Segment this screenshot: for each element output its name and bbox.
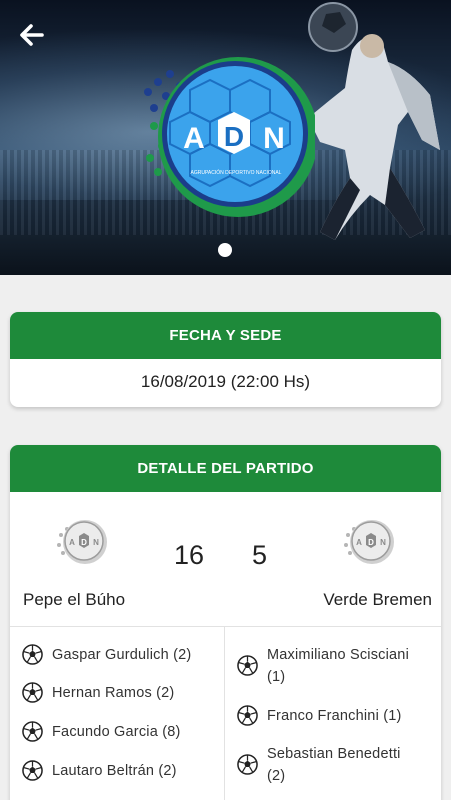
away-scorer-text: Franco Franchini (1): [267, 708, 402, 724]
svg-text:N: N: [380, 538, 386, 547]
adn-logo-letter-n: N: [263, 122, 285, 155]
home-scorer-text: Gaspar Gurdulich (2): [52, 647, 192, 663]
away-scorer-name: Maximiliano Scisciani: [267, 647, 409, 663]
home-score: 16: [174, 540, 205, 570]
home-scorer-item: Gaspar Gurdulich (2): [22, 644, 191, 666]
away-team-name: Verde Bremen: [323, 590, 432, 609]
match-datetime: 16/08/2019 (22:00 Hs): [140, 372, 311, 391]
svg-text:A: A: [69, 538, 75, 547]
adn-logo-subtitle: AGRUPACIÓN DEPORTIVO NACIONAL: [191, 169, 282, 176]
fecha-sede-title: FECHA Y SEDE: [10, 312, 441, 359]
away-scorer-goals: (1): [267, 669, 286, 685]
soccer-ball-icon: [237, 655, 258, 676]
soccer-ball-icon: [237, 705, 258, 726]
svg-text:D: D: [368, 538, 374, 547]
column-divider: [224, 627, 225, 800]
away-scorer-text: Maximiliano Scisciani (1): [267, 644, 409, 688]
svg-text:N: N: [93, 538, 99, 547]
away-scorer-item: Maximiliano Scisciani (1): [237, 644, 409, 688]
home-scorer-text: Hernan Ramos (2): [52, 685, 175, 701]
soccer-ball-icon: [22, 682, 43, 703]
adn-logo-letter-d: D: [224, 121, 244, 152]
back-button[interactable]: [14, 18, 50, 52]
soccer-ball-icon: [22, 721, 43, 742]
divider: [10, 626, 441, 627]
away-scorer-goals: (2): [267, 768, 286, 784]
soccer-ball-icon: [22, 644, 43, 665]
hero-banner: A D N AGRUPACIÓN DEPORTIVO NACIONAL: [0, 0, 451, 275]
home-scorer-item: Hernan Ramos (2): [22, 682, 174, 704]
away-score: 5: [252, 540, 268, 570]
arrow-left-icon: [20, 24, 44, 46]
home-scorer-text: Facundo Garcia (8): [52, 724, 181, 740]
away-scorer-item: Franco Franchini (1): [237, 705, 402, 727]
away-team-logo: A D N: [344, 520, 394, 564]
svg-text:A: A: [356, 538, 362, 547]
detalle-partido-title: DETALLE DEL PARTIDO: [10, 445, 441, 492]
fecha-sede-card: FECHA Y SEDE 16/08/2019 (22:00 Hs): [10, 312, 441, 407]
adn-brand-logo: A D N AGRUPACIÓN DEPORTIVO NACIONAL: [144, 57, 315, 217]
home-team-name: Pepe el Búho: [23, 590, 126, 609]
home-scorer-text: Lautaro Beltrán (2): [52, 763, 177, 779]
carousel-indicator-dot[interactable]: [218, 243, 232, 257]
away-scorer-item: Sebastian Benedetti (2): [237, 743, 401, 787]
away-scorer-text: Sebastian Benedetti (2): [267, 743, 401, 787]
svg-text:D: D: [81, 538, 87, 547]
home-scorer-item: Lautaro Beltrán (2): [22, 760, 177, 782]
home-team-logo: A D N: [57, 520, 107, 564]
soccer-ball-icon: [237, 754, 258, 775]
home-scorer-item: Facundo Garcia (8): [22, 721, 181, 743]
adn-logo-letter-a: A: [183, 122, 205, 155]
away-scorer-name: Sebastian Benedetti: [267, 746, 401, 762]
soccer-ball-icon: [22, 760, 43, 781]
